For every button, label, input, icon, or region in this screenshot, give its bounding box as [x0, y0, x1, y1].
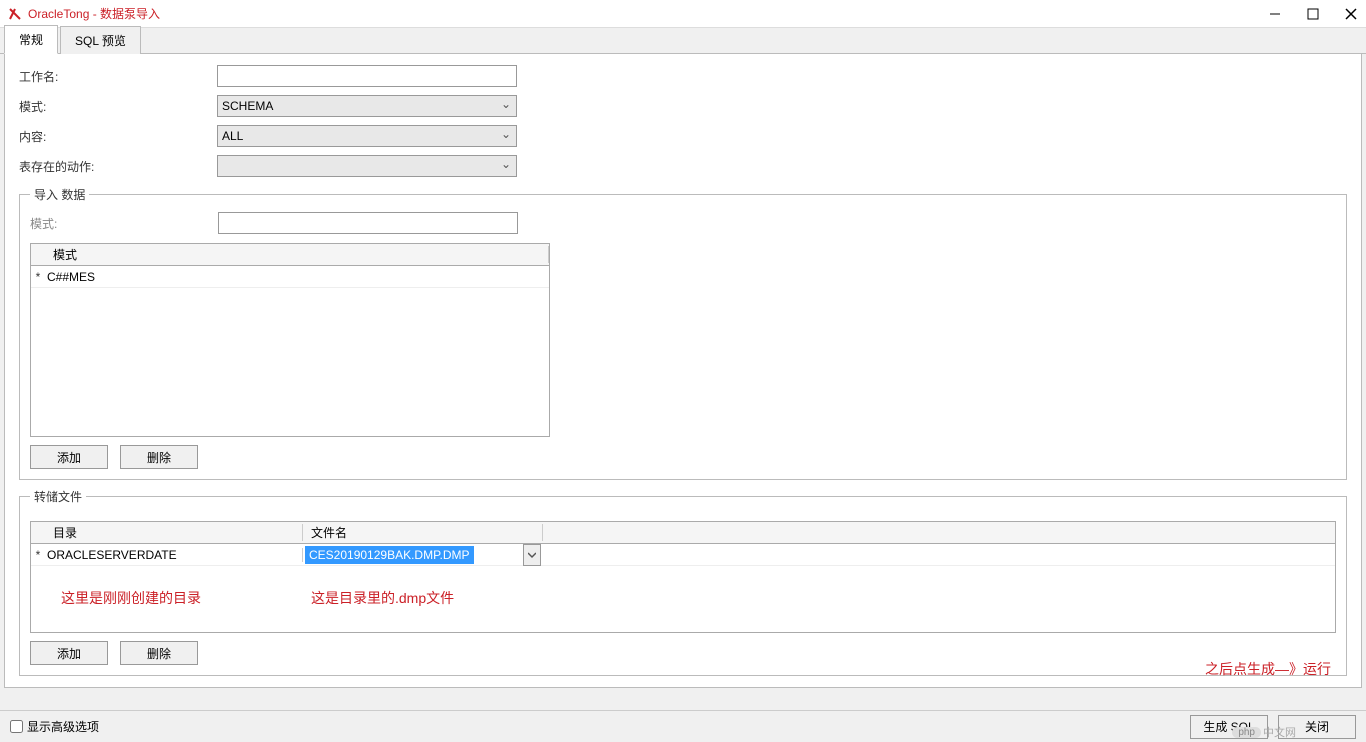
table-row[interactable]: * C##MES [31, 266, 549, 288]
file-name-selected[interactable]: CES20190129BAK.DMP.DMP [305, 546, 474, 564]
schema-cell[interactable]: C##MES [45, 270, 97, 284]
import-data-fieldset: 导入 数据 模式: 模式 * C##MES 添加 删除 [19, 186, 1347, 480]
title-bar: OracleTong - 数据泵导入 [0, 0, 1366, 28]
dir-col-header: 目录 [45, 524, 303, 541]
file-col-header: 文件名 [303, 524, 543, 541]
annotation-file: 这是目录里的.dmp文件 [311, 588, 454, 608]
dir-cell[interactable]: ORACLESERVERDATE [45, 548, 303, 562]
table-exists-select[interactable] [217, 155, 517, 177]
row-marker: * [31, 270, 45, 284]
delete-schema-button[interactable]: 删除 [120, 445, 198, 469]
mode-label: 模式: [19, 98, 217, 115]
import-data-legend: 导入 数据 [30, 186, 89, 203]
add-schema-button[interactable]: 添加 [30, 445, 108, 469]
dump-files-header: 目录 文件名 [31, 522, 1335, 544]
tab-general[interactable]: 常规 [4, 25, 58, 54]
file-dropdown-icon[interactable] [523, 544, 541, 566]
dump-files-table: 目录 文件名 * ORACLESERVERDATE CES20190129BAK… [30, 521, 1336, 633]
job-name-input[interactable] [217, 65, 517, 87]
annotation-generate: 之后点生成—》运行 [1205, 659, 1331, 679]
annotation-dir: 这里是刚刚创建的目录 [61, 588, 201, 608]
close-icon[interactable] [1344, 7, 1358, 21]
app-icon [8, 7, 22, 21]
content-select[interactable] [217, 125, 517, 147]
content-panel: 工作名: 模式: 内容: 表存在的动作: 导入 数据 模式: 模 [4, 54, 1362, 688]
row-marker: * [31, 548, 45, 562]
schema-table: 模式 * C##MES [30, 243, 550, 437]
content-label: 内容: [19, 128, 217, 145]
job-name-label: 工作名: [19, 68, 217, 85]
maximize-icon[interactable] [1306, 7, 1320, 21]
close-button[interactable]: 关闭 [1278, 715, 1356, 739]
mode-select[interactable] [217, 95, 517, 117]
schema-table-body[interactable]: * C##MES [31, 266, 549, 436]
schema-table-header: 模式 [31, 244, 549, 266]
tab-sql-preview[interactable]: SQL 预览 [60, 26, 141, 54]
dump-files-fieldset: 转储文件 目录 文件名 * ORACLESERVERDATE CES201901… [19, 488, 1347, 676]
schema-col-header: 模式 [45, 246, 549, 263]
footer-bar: 显示高级选项 生成 SQL 关闭 php 中文网 [0, 710, 1366, 742]
delete-dump-button[interactable]: 删除 [120, 641, 198, 665]
tabs: 常规 SQL 预览 [0, 28, 1366, 54]
dump-files-body[interactable]: * ORACLESERVERDATE CES20190129BAK.DMP.DM… [31, 544, 1335, 632]
dump-files-legend: 转储文件 [30, 488, 86, 505]
add-dump-button[interactable]: 添加 [30, 641, 108, 665]
advanced-checkbox-label: 显示高级选项 [27, 718, 99, 735]
window-controls [1268, 7, 1358, 21]
window-title: OracleTong - 数据泵导入 [28, 5, 160, 22]
table-row[interactable]: * ORACLESERVERDATE CES20190129BAK.DMP.DM… [31, 544, 1335, 566]
table-exists-label: 表存在的动作: [19, 158, 217, 175]
advanced-checkbox-input[interactable] [10, 720, 23, 733]
advanced-options-checkbox[interactable]: 显示高级选项 [10, 718, 99, 735]
import-mode-label: 模式: [30, 215, 218, 232]
generate-sql-button[interactable]: 生成 SQL [1190, 715, 1268, 739]
title-left: OracleTong - 数据泵导入 [8, 5, 160, 22]
import-mode-input[interactable] [218, 212, 518, 234]
minimize-icon[interactable] [1268, 7, 1282, 21]
file-cell[interactable]: CES20190129BAK.DMP.DMP [303, 544, 543, 566]
